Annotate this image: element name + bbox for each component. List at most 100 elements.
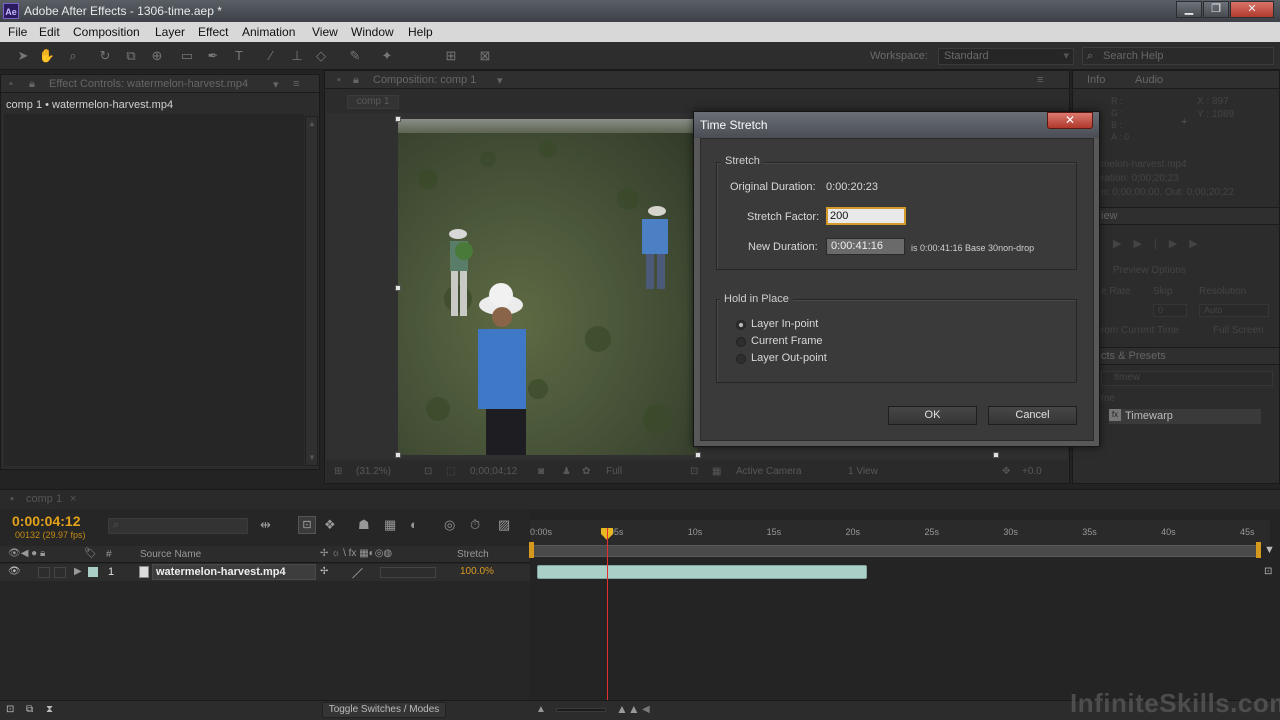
tab-preview[interactable]: iew: [1101, 210, 1118, 222]
effect-controls-scrollbar[interactable]: ▲ ▼: [305, 116, 318, 466]
new-duration-input[interactable]: 0:00:41:16: [826, 238, 905, 255]
quality-switch-icon[interactable]: ／: [352, 565, 363, 581]
hand-tool-icon[interactable]: ✋: [38, 47, 56, 65]
full-screen-checkbox[interactable]: Full Screen: [1213, 325, 1264, 336]
column-stretch[interactable]: Stretch: [457, 549, 489, 560]
tab-timeline-comp[interactable]: comp 1: [26, 493, 62, 505]
composition-subtab[interactable]: comp 1: [347, 95, 399, 109]
ok-button[interactable]: OK: [888, 406, 977, 425]
graph-editor-icon[interactable]: ▨: [498, 517, 510, 533]
from-current-time-checkbox[interactable]: rom Current Time: [1101, 325, 1179, 336]
stretch-factor-input[interactable]: [826, 207, 906, 225]
snap-icon[interactable]: ⊞: [442, 47, 460, 65]
puppet-tool-icon[interactable]: ✦: [378, 47, 396, 65]
scroll-left-icon[interactable]: ◀: [642, 704, 650, 715]
time-ruler[interactable]: [530, 520, 1270, 546]
panel-menu-icon[interactable]: ▪: [10, 493, 14, 505]
chevron-down-icon[interactable]: ▾: [497, 74, 503, 87]
toggle-switches-modes-button[interactable]: Toggle Switches / Modes: [322, 702, 446, 718]
preview-options-label[interactable]: Preview Options: [1113, 265, 1186, 276]
layer-label-color[interactable]: [88, 567, 98, 577]
minimize-button[interactable]: ▁: [1176, 1, 1202, 18]
video-frame[interactable]: [398, 119, 698, 455]
lock-toggle[interactable]: [54, 567, 66, 578]
transform-handle[interactable]: [993, 452, 999, 458]
always-preview-icon[interactable]: ⊞: [334, 466, 342, 477]
column-source-name[interactable]: Source Name: [140, 549, 201, 560]
fast-previews-icon[interactable]: ✥: [1002, 466, 1010, 477]
roto-brush-tool-icon[interactable]: ✎: [346, 47, 364, 65]
menu-effect[interactable]: Effect: [198, 25, 228, 39]
resolution-select[interactable]: Auto: [1199, 304, 1269, 317]
menu-help[interactable]: Help: [408, 25, 433, 39]
transform-handle[interactable]: [395, 452, 401, 458]
av-features-icons[interactable]: 👁︎◀ ● 🔒︎: [8, 548, 45, 559]
skip-select[interactable]: 0: [1153, 304, 1187, 317]
tab-audio[interactable]: Audio: [1135, 74, 1163, 86]
frame-blending-icon[interactable]: ▦: [384, 517, 396, 533]
transform-handle[interactable]: [695, 452, 701, 458]
mask-visibility-icon[interactable]: ⬚: [446, 466, 455, 477]
camera-tool-icon[interactable]: ⧉: [122, 47, 140, 65]
motion-blur-icon[interactable]: ◐: [410, 517, 418, 532]
channel-icon[interactable]: ✿: [582, 466, 590, 477]
menu-layer[interactable]: Layer: [155, 25, 185, 39]
show-snapshot-icon[interactable]: ♟: [562, 466, 571, 477]
layer-switches[interactable]: [380, 567, 436, 578]
in-out-pane-icon[interactable]: ⧉: [26, 704, 33, 715]
mask-tool-icon[interactable]: ▭: [178, 47, 196, 65]
camera-select[interactable]: Active Camera: [736, 466, 802, 477]
hide-shy-layers-icon[interactable]: ☗: [358, 517, 370, 533]
work-area-start-handle[interactable]: [529, 542, 534, 558]
workspace-select[interactable]: Standard ▾: [938, 48, 1074, 65]
live-update-icon[interactable]: ⊡: [298, 516, 316, 534]
rotate-tool-icon[interactable]: ↻: [96, 47, 114, 65]
tab-effect-controls[interactable]: Effect Controls: watermelon-harvest.mp4: [49, 78, 248, 90]
comp-button-icon[interactable]: ▼: [1264, 544, 1275, 556]
label-icon[interactable]: 🏷︎: [84, 548, 97, 559]
layer-duration-bar[interactable]: [537, 565, 867, 579]
effect-item-timewarp[interactable]: fx Timewarp: [1109, 409, 1261, 424]
lock-icon[interactable]: 🔒︎: [29, 78, 35, 91]
pan-behind-tool-icon[interactable]: ⊕: [148, 47, 166, 65]
current-time-display[interactable]: 0;00;04;12: [470, 466, 517, 477]
work-area-end-handle[interactable]: [1256, 542, 1261, 558]
brush-tool-icon[interactable]: ∕: [262, 47, 280, 65]
composition-mini-flowchart-icon[interactable]: ⇹: [260, 517, 271, 533]
safe-zones-icon[interactable]: ⊡: [424, 466, 432, 477]
menu-edit[interactable]: Edit: [39, 25, 60, 39]
auto-keyframe-icon[interactable]: ⏱: [470, 517, 480, 533]
timeline-current-time[interactable]: 0:00:04:12: [12, 513, 81, 529]
view-layout-select[interactable]: 1 View: [848, 466, 878, 477]
layer-in-point-radio[interactable]: [736, 320, 746, 330]
exposure-value[interactable]: +0.0: [1022, 466, 1042, 477]
panel-options-icon[interactable]: ≡: [293, 78, 299, 90]
layer-in-point-label[interactable]: Layer In-point: [751, 318, 818, 330]
current-frame-label[interactable]: Current Frame: [751, 335, 823, 347]
tab-close-icon[interactable]: ×: [70, 493, 76, 505]
chevron-down-icon[interactable]: ▾: [273, 78, 279, 91]
play-icon[interactable]: ▶: [1113, 238, 1133, 250]
cancel-button[interactable]: Cancel: [988, 406, 1077, 425]
eraser-tool-icon[interactable]: ◇: [312, 47, 330, 65]
axis-icon[interactable]: ⊠: [476, 47, 494, 65]
tab-composition[interactable]: Composition: comp 1: [373, 74, 476, 86]
clone-stamp-tool-icon[interactable]: ⊥: [288, 47, 306, 65]
close-window-button[interactable]: ✕: [1230, 1, 1274, 18]
menu-view[interactable]: View: [312, 25, 338, 39]
visibility-eye-icon[interactable]: 👁︎: [8, 566, 21, 577]
layer-out-point-label[interactable]: Layer Out-point: [751, 352, 827, 364]
layer-switches-pane-icon[interactable]: ⊡: [6, 704, 14, 715]
menu-window[interactable]: Window: [351, 25, 394, 39]
menu-composition[interactable]: Composition: [73, 25, 140, 39]
panel-menu-icon[interactable]: ▪: [337, 74, 341, 86]
transform-handle[interactable]: [395, 285, 401, 291]
type-tool-icon[interactable]: T: [230, 47, 248, 65]
layer-source-name[interactable]: watermelon-harvest.mp4: [152, 564, 316, 580]
selection-tool-icon[interactable]: ➤: [14, 47, 32, 65]
maximize-button[interactable]: ❐: [1203, 1, 1229, 18]
current-time-indicator-line[interactable]: [607, 528, 608, 700]
shy-switch-icon[interactable]: ✢: [320, 566, 328, 577]
pen-tool-icon[interactable]: ✒: [204, 47, 222, 65]
timeline-search-input[interactable]: ⌕: [108, 518, 248, 534]
